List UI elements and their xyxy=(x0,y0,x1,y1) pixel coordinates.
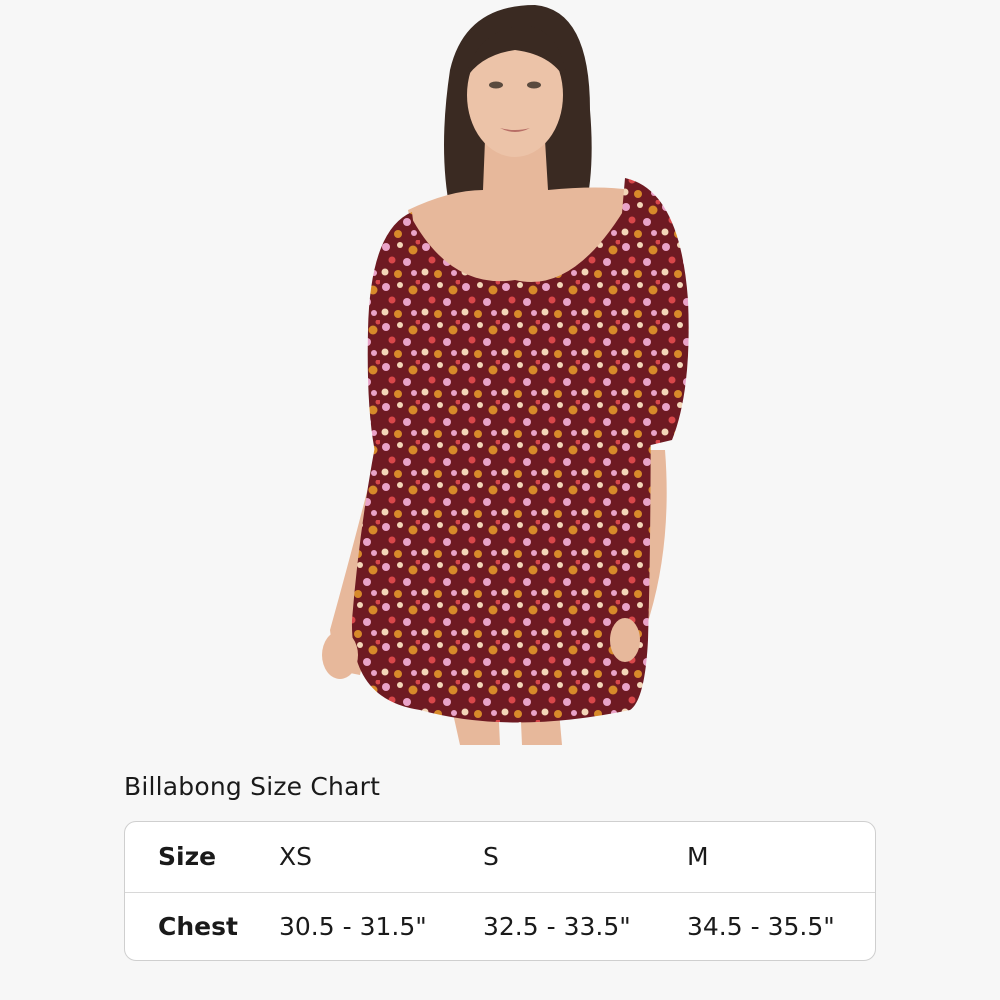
size-row: Size XS S M xyxy=(125,822,875,893)
chest-s: 32.5 - 33.5" xyxy=(483,912,631,941)
row-header-chest: Chest xyxy=(158,912,238,941)
size-m: M xyxy=(687,842,709,871)
row-header-size: Size xyxy=(158,842,217,871)
chest-m: 34.5 - 35.5" xyxy=(687,912,835,941)
product-page: Billabong Size Chart Size XS S M Chest 3… xyxy=(0,0,1000,1000)
size-xs: XS xyxy=(279,842,312,871)
chest-xs: 30.5 - 31.5" xyxy=(279,912,427,941)
size-s: S xyxy=(483,842,499,871)
size-chart-table: Size XS S M Chest 30.5 - 31.5" 32.5 - 33… xyxy=(124,821,876,961)
right-sleeve xyxy=(618,178,689,450)
product-photo xyxy=(322,5,689,745)
chest-row: Chest 30.5 - 31.5" 32.5 - 33.5" 34.5 - 3… xyxy=(125,892,875,960)
size-chart-title: Billabong Size Chart xyxy=(124,772,381,801)
